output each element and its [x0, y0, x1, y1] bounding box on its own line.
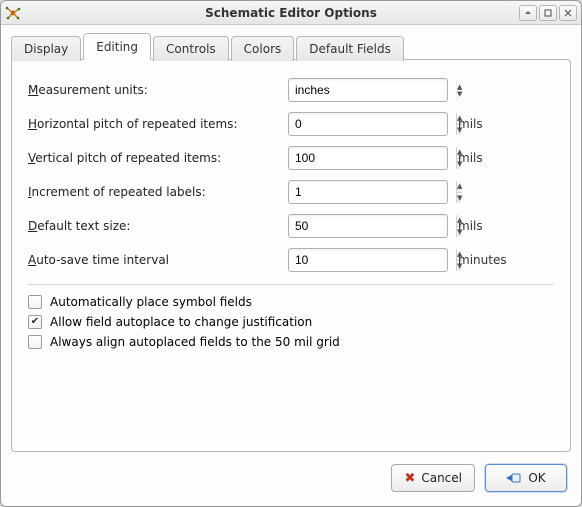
spin-down-icon[interactable]: ▼: [457, 193, 462, 204]
tab-editing[interactable]: Editing: [83, 33, 151, 60]
measurement-units-combo[interactable]: ▲▼: [288, 78, 448, 102]
window-shade-button[interactable]: [519, 5, 537, 21]
suffix-mils: mils: [458, 219, 483, 233]
horizontal-pitch-spinner[interactable]: ▲▼: [288, 112, 448, 136]
window-controls: [519, 5, 577, 21]
window-title: Schematic Editor Options: [1, 6, 581, 20]
cancel-label: Cancel: [421, 471, 462, 485]
dialog-window: Schematic Editor Options Display Editing…: [0, 0, 582, 507]
measurement-units-value[interactable]: [289, 79, 456, 101]
suffix-mils: mils: [458, 151, 483, 165]
increment-spinner[interactable]: ▲▼: [288, 180, 448, 204]
label-align50: Always align autoplaced fields to the 50…: [50, 335, 340, 349]
label-autosave: Auto-save time interval: [28, 253, 288, 267]
autosave-input[interactable]: [289, 249, 456, 271]
chevron-updown-icon[interactable]: ▲▼: [456, 79, 462, 101]
label-autoplace: Automatically place symbol fields: [50, 295, 252, 309]
separator: [28, 284, 554, 285]
vertical-pitch-input[interactable]: [289, 147, 456, 169]
label-measurement-units: Measurement units:: [28, 83, 288, 97]
tab-controls[interactable]: Controls: [153, 36, 229, 61]
label-vertical-pitch: Vertical pitch of repeated items:: [28, 151, 288, 165]
cancel-button[interactable]: ✖ Cancel: [391, 464, 475, 492]
label-horizontal-pitch: Horizontal pitch of repeated items:: [28, 117, 288, 131]
ok-label: OK: [528, 471, 545, 485]
horizontal-pitch-input[interactable]: [289, 113, 456, 135]
ok-icon: [506, 472, 522, 484]
increment-input[interactable]: [289, 181, 456, 203]
dialog-content: Display Editing Controls Colors Default …: [1, 25, 581, 452]
spin-up-icon[interactable]: ▲: [457, 181, 462, 193]
tab-default-fields[interactable]: Default Fields: [296, 36, 404, 61]
label-justification: Allow field autoplace to change justific…: [50, 315, 312, 329]
label-increment: Increment of repeated labels:: [28, 185, 288, 199]
window-close-button[interactable]: [559, 5, 577, 21]
checkbox-autoplace[interactable]: [28, 295, 42, 309]
suffix-minutes: minutes: [458, 253, 507, 267]
ok-button[interactable]: OK: [485, 464, 567, 492]
titlebar: Schematic Editor Options: [1, 1, 581, 25]
tab-bar: Display Editing Controls Colors Default …: [11, 33, 571, 60]
label-default-text-size: Default text size:: [28, 219, 288, 233]
autosave-spinner[interactable]: ▲▼: [288, 248, 448, 272]
vertical-pitch-spinner[interactable]: ▲▼: [288, 146, 448, 170]
tab-colors[interactable]: Colors: [231, 36, 295, 61]
button-bar: ✖ Cancel OK: [1, 452, 581, 506]
default-text-size-input[interactable]: [289, 215, 456, 237]
suffix-mils: mils: [458, 117, 483, 131]
app-icon: [5, 5, 21, 21]
cancel-icon: ✖: [404, 471, 415, 486]
checkbox-justification[interactable]: [28, 315, 42, 329]
tab-panel-editing: Measurement units: ▲▼ Horizontal pitch o…: [11, 59, 571, 452]
checkbox-align50[interactable]: [28, 335, 42, 349]
tab-display[interactable]: Display: [11, 36, 81, 61]
default-text-size-spinner[interactable]: ▲▼: [288, 214, 448, 238]
window-maximize-button[interactable]: [539, 5, 557, 21]
